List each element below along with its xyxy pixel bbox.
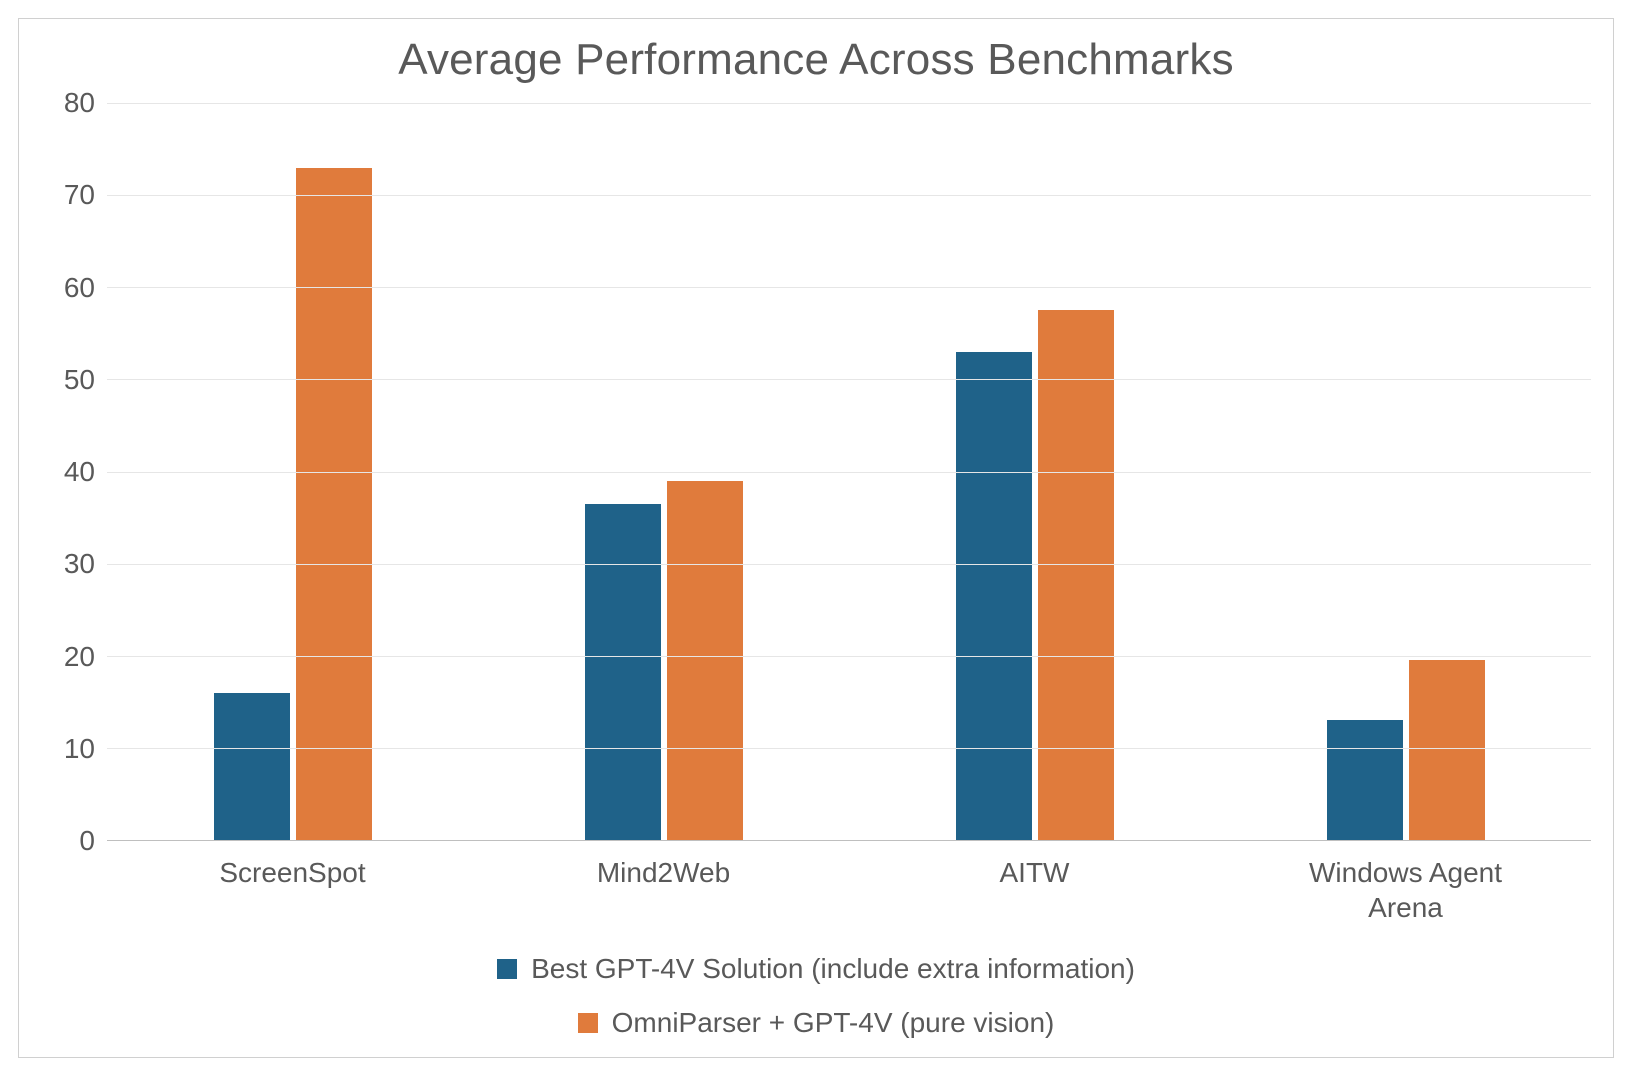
bar: [1038, 310, 1114, 840]
gridline: [107, 748, 1591, 749]
y-tick-label: 80: [64, 87, 95, 119]
legend-label: OmniParser + GPT-4V (pure vision): [612, 1007, 1055, 1039]
y-tick-label: 30: [64, 548, 95, 580]
bar: [585, 504, 661, 840]
x-tick-label: Windows Agent Arena: [1220, 855, 1591, 925]
legend: Best GPT-4V Solution (include extra info…: [41, 953, 1591, 1039]
gridline: [107, 103, 1591, 104]
y-tick-label: 20: [64, 641, 95, 673]
y-tick-label: 0: [79, 825, 95, 857]
legend-swatch: [497, 959, 517, 979]
y-tick-label: 60: [64, 272, 95, 304]
x-tick-label: AITW: [849, 855, 1220, 925]
plot-area: [107, 103, 1591, 841]
bar: [1327, 720, 1403, 840]
x-tick-label: Mind2Web: [478, 855, 849, 925]
bar: [214, 693, 290, 840]
chart-title: Average Performance Across Benchmarks: [41, 35, 1591, 85]
y-tick-label: 50: [64, 364, 95, 396]
legend-swatch: [578, 1013, 598, 1033]
gridline: [107, 656, 1591, 657]
x-axis: ScreenSpotMind2WebAITWWindows Agent Aren…: [107, 855, 1591, 925]
legend-item: Best GPT-4V Solution (include extra info…: [497, 953, 1135, 985]
plot-row: 01020304050607080: [41, 103, 1591, 841]
legend-item: OmniParser + GPT-4V (pure vision): [578, 1007, 1055, 1039]
gridline: [107, 379, 1591, 380]
chart-frame: Average Performance Across Benchmarks 0 1…: [18, 18, 1614, 1058]
y-tick-label: 10: [64, 733, 95, 765]
x-tick-label: ScreenSpot: [107, 855, 478, 925]
bar: [1409, 660, 1485, 840]
y-tick-label: 70: [64, 179, 95, 211]
gridline: [107, 195, 1591, 196]
y-axis: 01020304050607080: [41, 103, 107, 841]
legend-label: Best GPT-4V Solution (include extra info…: [531, 953, 1135, 985]
bar: [296, 168, 372, 841]
gridline: [107, 564, 1591, 565]
gridline: [107, 472, 1591, 473]
y-tick-label: 40: [64, 456, 95, 488]
bar: [956, 352, 1032, 840]
bar: [667, 481, 743, 840]
gridline: [107, 287, 1591, 288]
